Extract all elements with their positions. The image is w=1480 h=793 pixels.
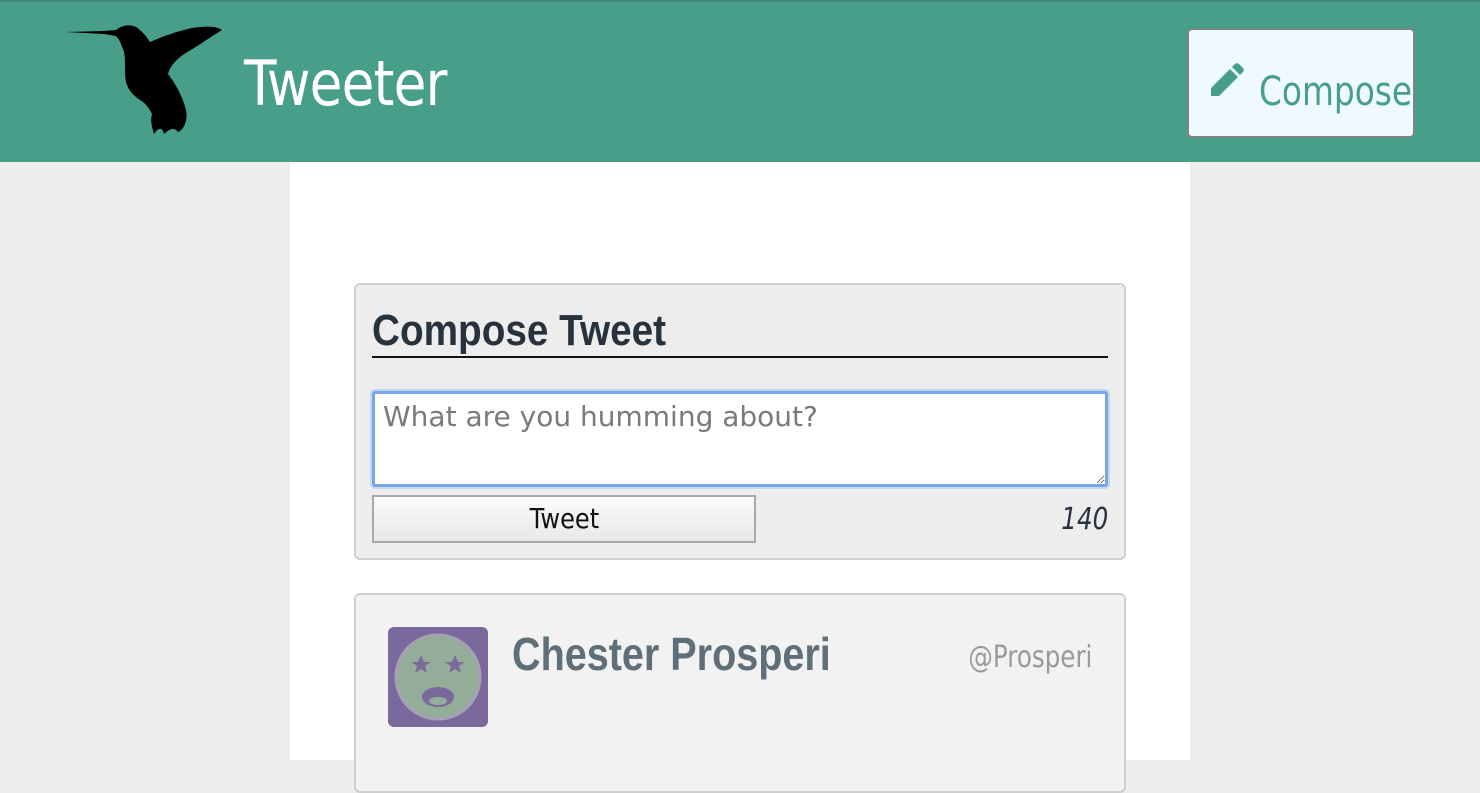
tweet-author-handle: @Prosperi [967, 640, 1092, 675]
tweet-author-name: Chester Prosperi [512, 628, 831, 680]
brand-title: Tweeter [244, 47, 447, 120]
dizzy-face-avatar-icon [394, 633, 482, 721]
compose-button[interactable]: Compose [1187, 28, 1415, 138]
main-content: Compose Tweet Tweet 140 Chester Prosperi… [290, 162, 1190, 793]
hummingbird-icon [66, 25, 222, 134]
character-counter: 140 [1061, 502, 1108, 537]
tweet-card: Chester Prosperi @Prosperi [354, 593, 1126, 793]
tweet-submit-button[interactable]: Tweet [372, 495, 756, 543]
top-nav-bar: Tweeter Compose [0, 0, 1480, 162]
pencil-icon [1211, 63, 1244, 96]
tweet-submit-label: Tweet [529, 502, 599, 535]
compose-tweet-panel: Compose Tweet Tweet 140 [354, 283, 1126, 560]
compose-button-label: Compose [1259, 69, 1413, 115]
compose-title: Compose Tweet [372, 306, 667, 355]
tweet-text-input[interactable] [372, 391, 1108, 487]
title-divider [372, 356, 1108, 358]
avatar [388, 627, 488, 727]
